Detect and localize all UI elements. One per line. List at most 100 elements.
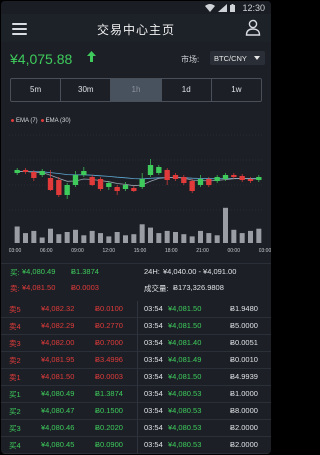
order-level-label: 卖1 [9,373,21,382]
order-book-row[interactable]: 卖5 ¥4,082.32 Ƀ0.0100 [1,301,137,318]
order-level-label: 卖3 [9,339,21,348]
order-book-row[interactable]: 买1 ¥4,080.49 Ƀ1.3874 [1,386,137,403]
signal-icon [218,4,227,12]
trade-row: 03:54 ¥4,080.53 Ƀ2.0000 [138,420,271,437]
candle-body [39,171,45,175]
order-amount: Ƀ0.0100 [95,304,123,313]
legend-ema7: EMA (7) [11,118,38,124]
up-arrow-icon [87,51,96,62]
timeframe-tabs: 5m 30m 1h 1d 1w [10,78,262,102]
volume-bar [214,235,220,243]
trade-row: 03:54 ¥4,081.50 Ƀ4.9939 [138,369,271,386]
order-amount: Ƀ0.7000 [95,338,123,347]
candle-body [239,176,245,180]
candle-body [56,180,62,195]
x-tick-label: 00:00 [227,248,240,254]
volume-label: 成交量: [144,284,169,293]
trade-row: 03:54 ¥4,080.53 Ƀ8.0000 [138,403,271,420]
trade-amount: Ƀ5.0000 [230,321,258,330]
trade-price: ¥4,080.53 [168,423,202,432]
candle-body [89,177,95,185]
volume-bar [14,226,20,243]
status-icons [205,4,235,12]
trade-row: 03:54 ¥4,081.50 Ƀ5.0000 [138,318,271,335]
volume-value: Ƀ173,326.9808 [173,283,224,292]
volume-bar [123,235,128,243]
order-price: ¥4,081.95 [41,355,75,364]
battery-icon [230,4,235,12]
order-level-label: 卖4 [9,322,21,331]
x-tick-label: 18:00 [165,248,178,254]
trade-amount: Ƀ8.0000 [230,406,258,415]
volume-bar [198,230,203,243]
page-title: 交易中心主页 [96,23,175,37]
order-level-label: 买1 [9,390,21,399]
order-book-row[interactable]: 买2 ¥4,080.47 Ƀ0.1500 [1,403,137,420]
tab-1h[interactable]: 1h [111,79,162,101]
sell-amount: Ƀ0.0003 [71,283,99,292]
price-row: ¥4,075.88 市场: BTC/CNY [1,42,271,74]
tab-30m[interactable]: 30m [61,79,112,101]
order-book-row[interactable]: 卖3 ¥4,082.00 Ƀ0.7000 [1,335,137,352]
volume-bar [148,227,153,243]
candle-body [72,175,79,185]
order-price: ¥4,082.32 [41,304,75,313]
volume-bar [164,230,170,243]
order-book-row[interactable]: 买4 ¥4,080.45 Ƀ0.0900 [1,437,137,454]
price-chart[interactable]: 03:00 06:00 09:00 12:00 15:00 18:00 21:00 00:00… [1,105,271,255]
candle-body [114,187,120,191]
market-select[interactable]: BTC/CNY [210,51,265,65]
candle-body [22,170,29,172]
volume-bar [256,228,262,243]
order-level-label: 买3 [9,424,21,433]
candle-body [197,179,204,185]
volume-bar [23,233,28,243]
trade-row: 03:54 ¥4,080.53 Ƀ2.0000 [138,437,271,454]
volume-bar [114,232,120,243]
order-amount: Ƀ0.2020 [95,423,123,432]
volume-bar [106,236,112,243]
order-book-row[interactable]: 卖2 ¥4,081.95 Ƀ3.4996 [1,352,137,369]
order-price: ¥4,080.49 [41,389,75,398]
tab-1w[interactable]: 1w [212,79,261,101]
candle-body [206,179,212,185]
volume-bar [39,237,45,243]
candle-body [122,185,129,189]
trade-amount: Ƀ2.0000 [230,423,258,432]
order-price: ¥4,080.45 [41,440,75,449]
market-label: 市场: [181,55,200,64]
tab-5m[interactable]: 5m [11,79,62,101]
order-book-row[interactable]: 卖4 ¥4,082.29 Ƀ0.2770 [1,318,137,335]
trade-price: ¥4,080.53 [168,440,202,449]
tab-1d[interactable]: 1d [162,79,212,101]
order-book-row[interactable]: 卖1 ¥4,081.50 Ƀ0.0003 [1,369,137,386]
volume-bar [64,232,70,243]
trade-amount: Ƀ0.0010 [230,355,258,364]
volume-bar [223,207,228,243]
market-selected-value: BTC/CNY [214,54,247,63]
x-tick-label: 03:00 [9,248,22,254]
volume-bar [98,233,103,243]
volume-bar [189,236,195,243]
candle-body [222,175,229,179]
candle-body [47,178,54,190]
order-level-label: 卖2 [9,356,21,365]
order-price: ¥4,081.50 [41,372,75,381]
buy-price: ¥4,080.49 [22,267,56,276]
candle-body [97,179,104,189]
chart-legend: EMA (7) EMA (30) [11,118,71,124]
trade-price: ¥4,081.49 [168,355,202,364]
order-book-row[interactable]: 买3 ¥4,080.46 Ƀ0.2020 [1,420,137,437]
trade-time: 03:54 [144,372,163,381]
order-level-label: 卖5 [9,305,21,314]
candle-body [31,172,37,178]
trade-price: ¥4,081.50 [168,304,202,313]
trade-amount: Ƀ0.0051 [230,338,258,347]
volume-bar [131,234,137,243]
user-icon[interactable] [245,19,261,36]
sell-price: ¥4,081.50 [22,283,56,292]
trade-row: 03:54 ¥4,081.40 Ƀ0.0051 [138,335,271,352]
order-amount: Ƀ0.2770 [95,321,123,330]
buy-amount: Ƀ1.3874 [71,267,99,276]
buy-label: 买: [10,268,20,277]
